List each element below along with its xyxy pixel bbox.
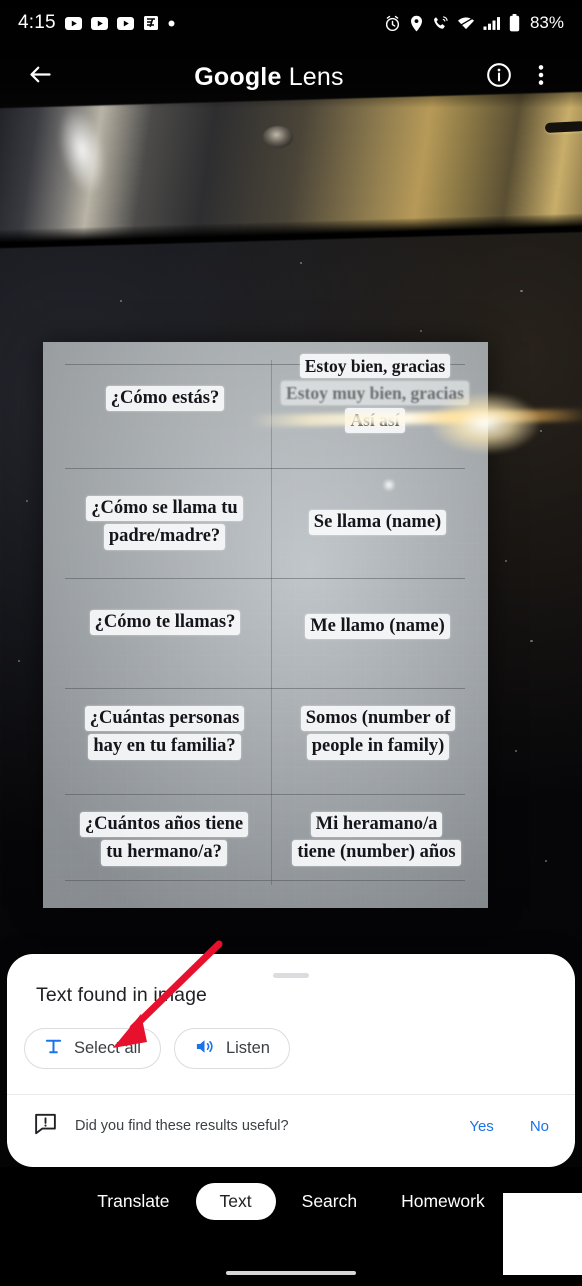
feedback-yes-button[interactable]: Yes — [469, 1118, 493, 1135]
detected-text[interactable]: people in family) — [306, 734, 450, 760]
table-row: ¿Cómo se llama tu padre/madre? — [57, 494, 272, 551]
detected-text[interactable]: tu hermano/a? — [101, 840, 227, 866]
detected-text[interactable]: Estoy bien, gracias — [299, 353, 451, 378]
detected-text[interactable]: ¿Cómo se llama tu — [86, 495, 243, 522]
back-arrow-icon — [27, 61, 54, 93]
alarm-icon — [384, 15, 401, 32]
table-row: Se llama (name) — [275, 508, 480, 537]
table-row: Somos (number of people in family) — [273, 704, 483, 761]
gesture-navigation-bar[interactable] — [226, 1271, 356, 1275]
feedback-icon — [33, 1111, 58, 1141]
call-icon — [432, 15, 449, 32]
select-text-icon — [44, 1037, 63, 1061]
detected-text[interactable]: Mi heramano/a — [310, 811, 443, 838]
mode-translate[interactable]: Translate — [79, 1183, 187, 1220]
photo-slot-detail — [544, 120, 582, 134]
listen-button[interactable]: Listen — [173, 1028, 290, 1069]
info-icon — [486, 62, 512, 93]
table-row: Mi heramano/a tiene (number) años — [269, 810, 484, 867]
status-bar: 4:15 83% — [0, 0, 582, 46]
youtube-icon — [90, 16, 108, 30]
dot-icon — [168, 20, 175, 27]
app-title-bar: Google Lens — [0, 46, 582, 108]
detected-text[interactable]: ¿Cuántas personas — [84, 705, 245, 732]
photo-screw-detail — [263, 126, 293, 148]
listen-label: Listen — [225, 1039, 270, 1057]
app-title-brand: Google — [194, 62, 282, 91]
detected-text[interactable]: tiene (number) años — [292, 840, 461, 866]
lens-flare-core — [430, 392, 540, 454]
detected-text[interactable]: hay en tu familia? — [88, 734, 241, 760]
lens-flare-dot — [382, 478, 396, 492]
detected-text[interactable]: Me llamo (name) — [305, 613, 450, 640]
screenshot-white-overlay — [503, 1193, 582, 1275]
more-vertical-icon — [530, 62, 552, 93]
detected-text[interactable]: padre/madre? — [103, 524, 226, 550]
page-title: Google Lens — [60, 63, 478, 92]
overflow-menu-button[interactable] — [520, 56, 562, 98]
feedback-no-button[interactable]: No — [530, 1118, 549, 1135]
news-icon — [143, 15, 159, 31]
mode-homework[interactable]: Homework — [383, 1183, 503, 1220]
detected-text[interactable]: ¿Cómo estás? — [105, 385, 225, 412]
detected-text[interactable]: Se llama (name) — [308, 509, 447, 536]
mode-search[interactable]: Search — [284, 1183, 375, 1220]
sheet-title: Text found in image — [36, 984, 208, 1006]
feedback-row: Did you find these results useful? Yes N… — [7, 1095, 575, 1157]
detected-text[interactable]: ¿Cómo te llamas? — [89, 609, 241, 636]
wifi-icon — [457, 16, 475, 31]
select-all-button[interactable]: Select all — [24, 1028, 161, 1069]
battery-percent: 83% — [529, 13, 564, 32]
youtube-icon — [116, 16, 134, 30]
back-button[interactable] — [20, 57, 60, 97]
select-all-label: Select all — [74, 1039, 141, 1057]
speaker-icon — [194, 1037, 215, 1061]
battery-icon — [509, 14, 520, 32]
sheet-drag-handle[interactable] — [273, 973, 309, 978]
youtube-icon — [64, 16, 82, 30]
detected-text[interactable]: ¿Cuántos años tiene — [79, 811, 249, 838]
table-row: ¿Cuántos años tiene tu hermano/a? — [55, 810, 273, 867]
action-chip-row: Select all Listen — [24, 1028, 290, 1069]
status-time: 4:15 — [18, 12, 56, 33]
detected-text[interactable]: Somos (number of — [300, 705, 456, 732]
table-row: ¿Cuántas personas hay en tu familia? — [57, 704, 272, 761]
signal-icon — [483, 16, 501, 31]
mode-text[interactable]: Text — [195, 1183, 276, 1220]
table-row: Me llamo (name) — [275, 612, 480, 641]
lens-mode-bar: Translate Text Search Homework — [0, 1167, 582, 1286]
location-icon — [409, 15, 424, 32]
results-bottom-sheet: Text found in image Select all Listen Di… — [7, 954, 575, 1167]
feedback-question: Did you find these results useful? — [75, 1118, 289, 1134]
info-button[interactable] — [478, 56, 520, 98]
table-row: ¿Cómo te llamas? — [65, 608, 265, 637]
table-row: ¿Cómo estás? — [65, 384, 265, 413]
app-title-product: Lens — [281, 62, 344, 91]
photographed-paper: ¿Cómo estás? Estoy bien, gracias Estoy m… — [43, 342, 488, 908]
